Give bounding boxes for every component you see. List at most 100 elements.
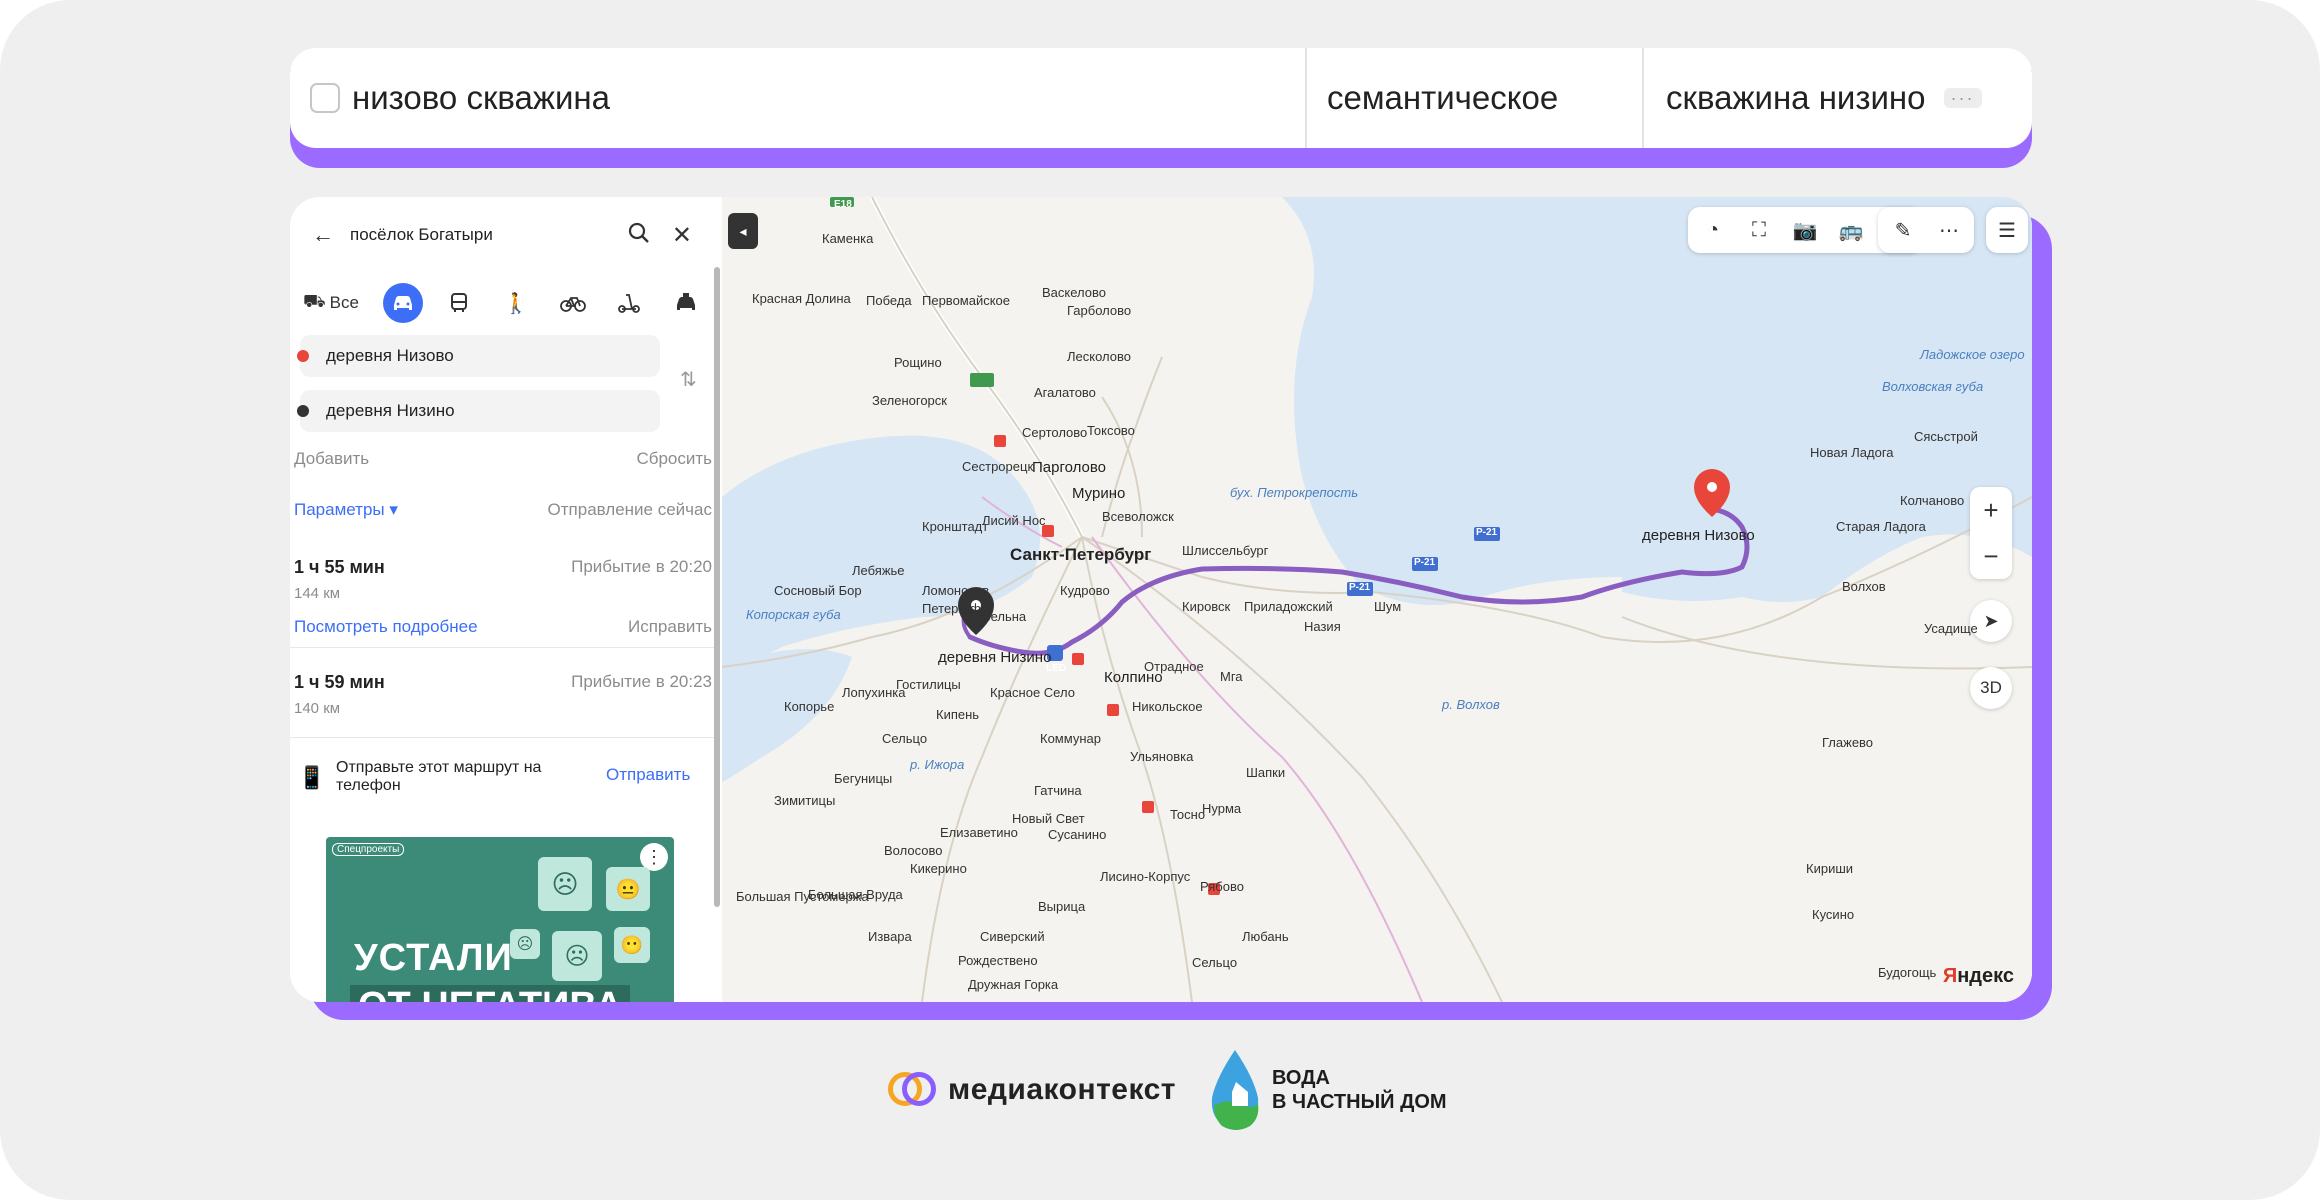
- details-link[interactable]: Посмотреть подробнее: [294, 617, 478, 637]
- more-tools-icon[interactable]: ⋯: [1932, 213, 1966, 247]
- map-label: Вырица: [1038, 899, 1086, 914]
- scooter-icon[interactable]: [609, 283, 649, 323]
- neutral-face-icon: 😐: [606, 867, 650, 911]
- ruler-icon[interactable]: ✎: [1886, 213, 1920, 247]
- map-label: Гатчина: [1034, 783, 1082, 798]
- traffic-layer-icon[interactable]: ◔: [1696, 213, 1730, 247]
- map-label: Ульяновка: [1130, 749, 1194, 764]
- more-badge[interactable]: ···: [1943, 88, 1982, 108]
- map-label: Шум: [1374, 599, 1402, 614]
- destination-label: деревня Низино: [938, 649, 1052, 666]
- bicycle-icon[interactable]: [553, 283, 593, 323]
- car-icon[interactable]: [382, 283, 423, 323]
- voda-line2: В ЧАСТНЫЙ ДОМ: [1271, 1091, 1447, 1113]
- map-label: Р-21: [1349, 582, 1371, 593]
- zoom-out-icon[interactable]: −: [1970, 533, 2012, 579]
- map-label: Агалатово: [1034, 385, 1096, 400]
- map-label: Парголово: [1032, 459, 1107, 476]
- map-label: Каменка: [822, 231, 874, 246]
- route1-distance: 144 км: [294, 585, 341, 602]
- close-icon[interactable]: ✕: [672, 221, 692, 250]
- map-label: Ладожское озеро: [1920, 347, 2025, 362]
- map-label: Назия: [1304, 619, 1341, 634]
- answer-cell: скважина низино ···: [1642, 48, 2032, 148]
- destination-dot-icon: [297, 405, 309, 417]
- panel-scrollbar[interactable]: [714, 267, 720, 907]
- send-button[interactable]: Отправить: [606, 765, 690, 785]
- partner-logos: медиаконтекст ВОДА В ЧАСТНЫЙ ДОМ: [888, 1045, 1447, 1135]
- route1-duration[interactable]: 1 ч 55 мин: [294, 557, 385, 578]
- map-label: Санкт-Петербург: [1010, 545, 1152, 564]
- crying-face-icon: ☹: [552, 931, 602, 981]
- map-label: Кипень: [936, 707, 980, 722]
- map-label: Мурино: [1072, 485, 1126, 502]
- map-label: Первомайское: [922, 293, 1011, 308]
- route-panel: ← посёлок Богатыри ✕ ⛟ Все 🚶 деревня Низ…: [290, 197, 720, 1002]
- 3d-button[interactable]: 3D: [1970, 667, 2012, 709]
- menu-icon[interactable]: ☰: [1990, 213, 2024, 247]
- waypoint-a[interactable]: деревня Низово: [297, 335, 660, 377]
- mediacontext-logo: медиаконтекст: [948, 1073, 1176, 1106]
- transit-icon[interactable]: 🚌: [1834, 213, 1868, 247]
- collapse-panel-button[interactable]: ◂: [728, 213, 758, 249]
- voda-logo: ВОДА В ЧАСТНЫЙ ДОМ: [1206, 1048, 1447, 1132]
- row-checkbox[interactable]: [310, 83, 340, 113]
- water-drop-icon: [1206, 1048, 1264, 1132]
- map-label: Сосновый Бор: [774, 583, 862, 598]
- yandex-logo-rest: ндекс: [1957, 965, 2014, 987]
- departure-time[interactable]: Отправление сейчас: [548, 500, 712, 520]
- query-row: низово скважина семантическое скважина н…: [290, 48, 2032, 148]
- route2-duration[interactable]: 1 ч 59 мин: [294, 672, 385, 693]
- map-label: Лисино-Корпус: [1100, 869, 1191, 884]
- map-label: Копорье: [784, 699, 835, 714]
- map-menu: ☰: [1986, 207, 2028, 253]
- search-icon[interactable]: [628, 222, 650, 249]
- mode-all[interactable]: ⛟ Все: [296, 283, 366, 323]
- zoom-in-icon[interactable]: +: [1970, 487, 2012, 533]
- slide: низово скважина семантическое скважина н…: [0, 0, 2320, 1200]
- map-label: Зеленогорск: [872, 393, 947, 408]
- send-route-text: Отправьте этот маршрут на телефон: [336, 759, 542, 794]
- map-label: Красная Долина: [752, 291, 851, 306]
- map-label: Васкелово: [1042, 285, 1106, 300]
- ad-banner[interactable]: Спецпроекты ⋮ ☹ 😐 ☹ ☹ 😶 УСТАЛИ ОТ НЕГАТИ…: [326, 837, 674, 1002]
- reset-link[interactable]: Сбросить: [636, 449, 712, 469]
- map-label: Сясьстрой: [1914, 429, 1978, 444]
- map-label: Лесколово: [1067, 349, 1131, 364]
- map-label: Сиверский: [980, 929, 1045, 944]
- fix-link[interactable]: Исправить: [628, 617, 712, 637]
- map-label: Шлиссельбург: [1182, 543, 1269, 558]
- search-input[interactable]: посёлок Богатыри: [350, 225, 628, 245]
- waypoint-b[interactable]: деревня Низино: [297, 390, 660, 432]
- bus-icon[interactable]: [439, 283, 479, 323]
- map-label: Любань: [1242, 929, 1289, 944]
- walk-icon[interactable]: 🚶: [496, 283, 536, 323]
- map-label: Рябово: [1200, 879, 1244, 894]
- map-label: р. Волхов: [1442, 697, 1500, 712]
- map-label: Волхов: [1842, 579, 1886, 594]
- taxi-icon[interactable]: [666, 283, 706, 323]
- match-type-cell: семантическое: [1305, 48, 1642, 148]
- transport-modes: ⛟ Все 🚶: [296, 281, 706, 325]
- swap-icon[interactable]: ⇅: [680, 367, 697, 392]
- panorama-icon[interactable]: 📷: [1788, 213, 1822, 247]
- add-waypoint-link[interactable]: Добавить: [294, 449, 369, 469]
- map-label: Р-21: [1414, 557, 1436, 568]
- map-type-icon[interactable]: ⛶: [1742, 213, 1776, 247]
- params-link[interactable]: Параметры ▾: [294, 500, 398, 520]
- map-label: Шапки: [1246, 765, 1286, 780]
- origin-dot-icon: [297, 350, 309, 362]
- back-arrow-icon[interactable]: ←: [312, 222, 334, 248]
- map-view[interactable]: ◂ ◔ ⛶ 📷 🚌 ◰ ✎ ⋯ ☰ + − ➤ 3D Каменка: [722, 197, 2032, 1002]
- query-text: низово скважина: [352, 79, 610, 116]
- blank-face-icon: 😶: [614, 927, 650, 963]
- map-label: Извара: [868, 929, 912, 944]
- map-label: Коммунар: [1040, 731, 1101, 746]
- ad-tag: Спецпроекты: [332, 843, 405, 856]
- voda-line1: ВОДА: [1271, 1067, 1330, 1089]
- divider: [290, 647, 714, 648]
- map-label: Старая Ладога: [1836, 519, 1926, 534]
- mediacontext-logo-icon: [888, 1070, 938, 1110]
- origin-label: деревня Низово: [1642, 527, 1755, 544]
- mode-all-icon: ⛟: [303, 291, 326, 311]
